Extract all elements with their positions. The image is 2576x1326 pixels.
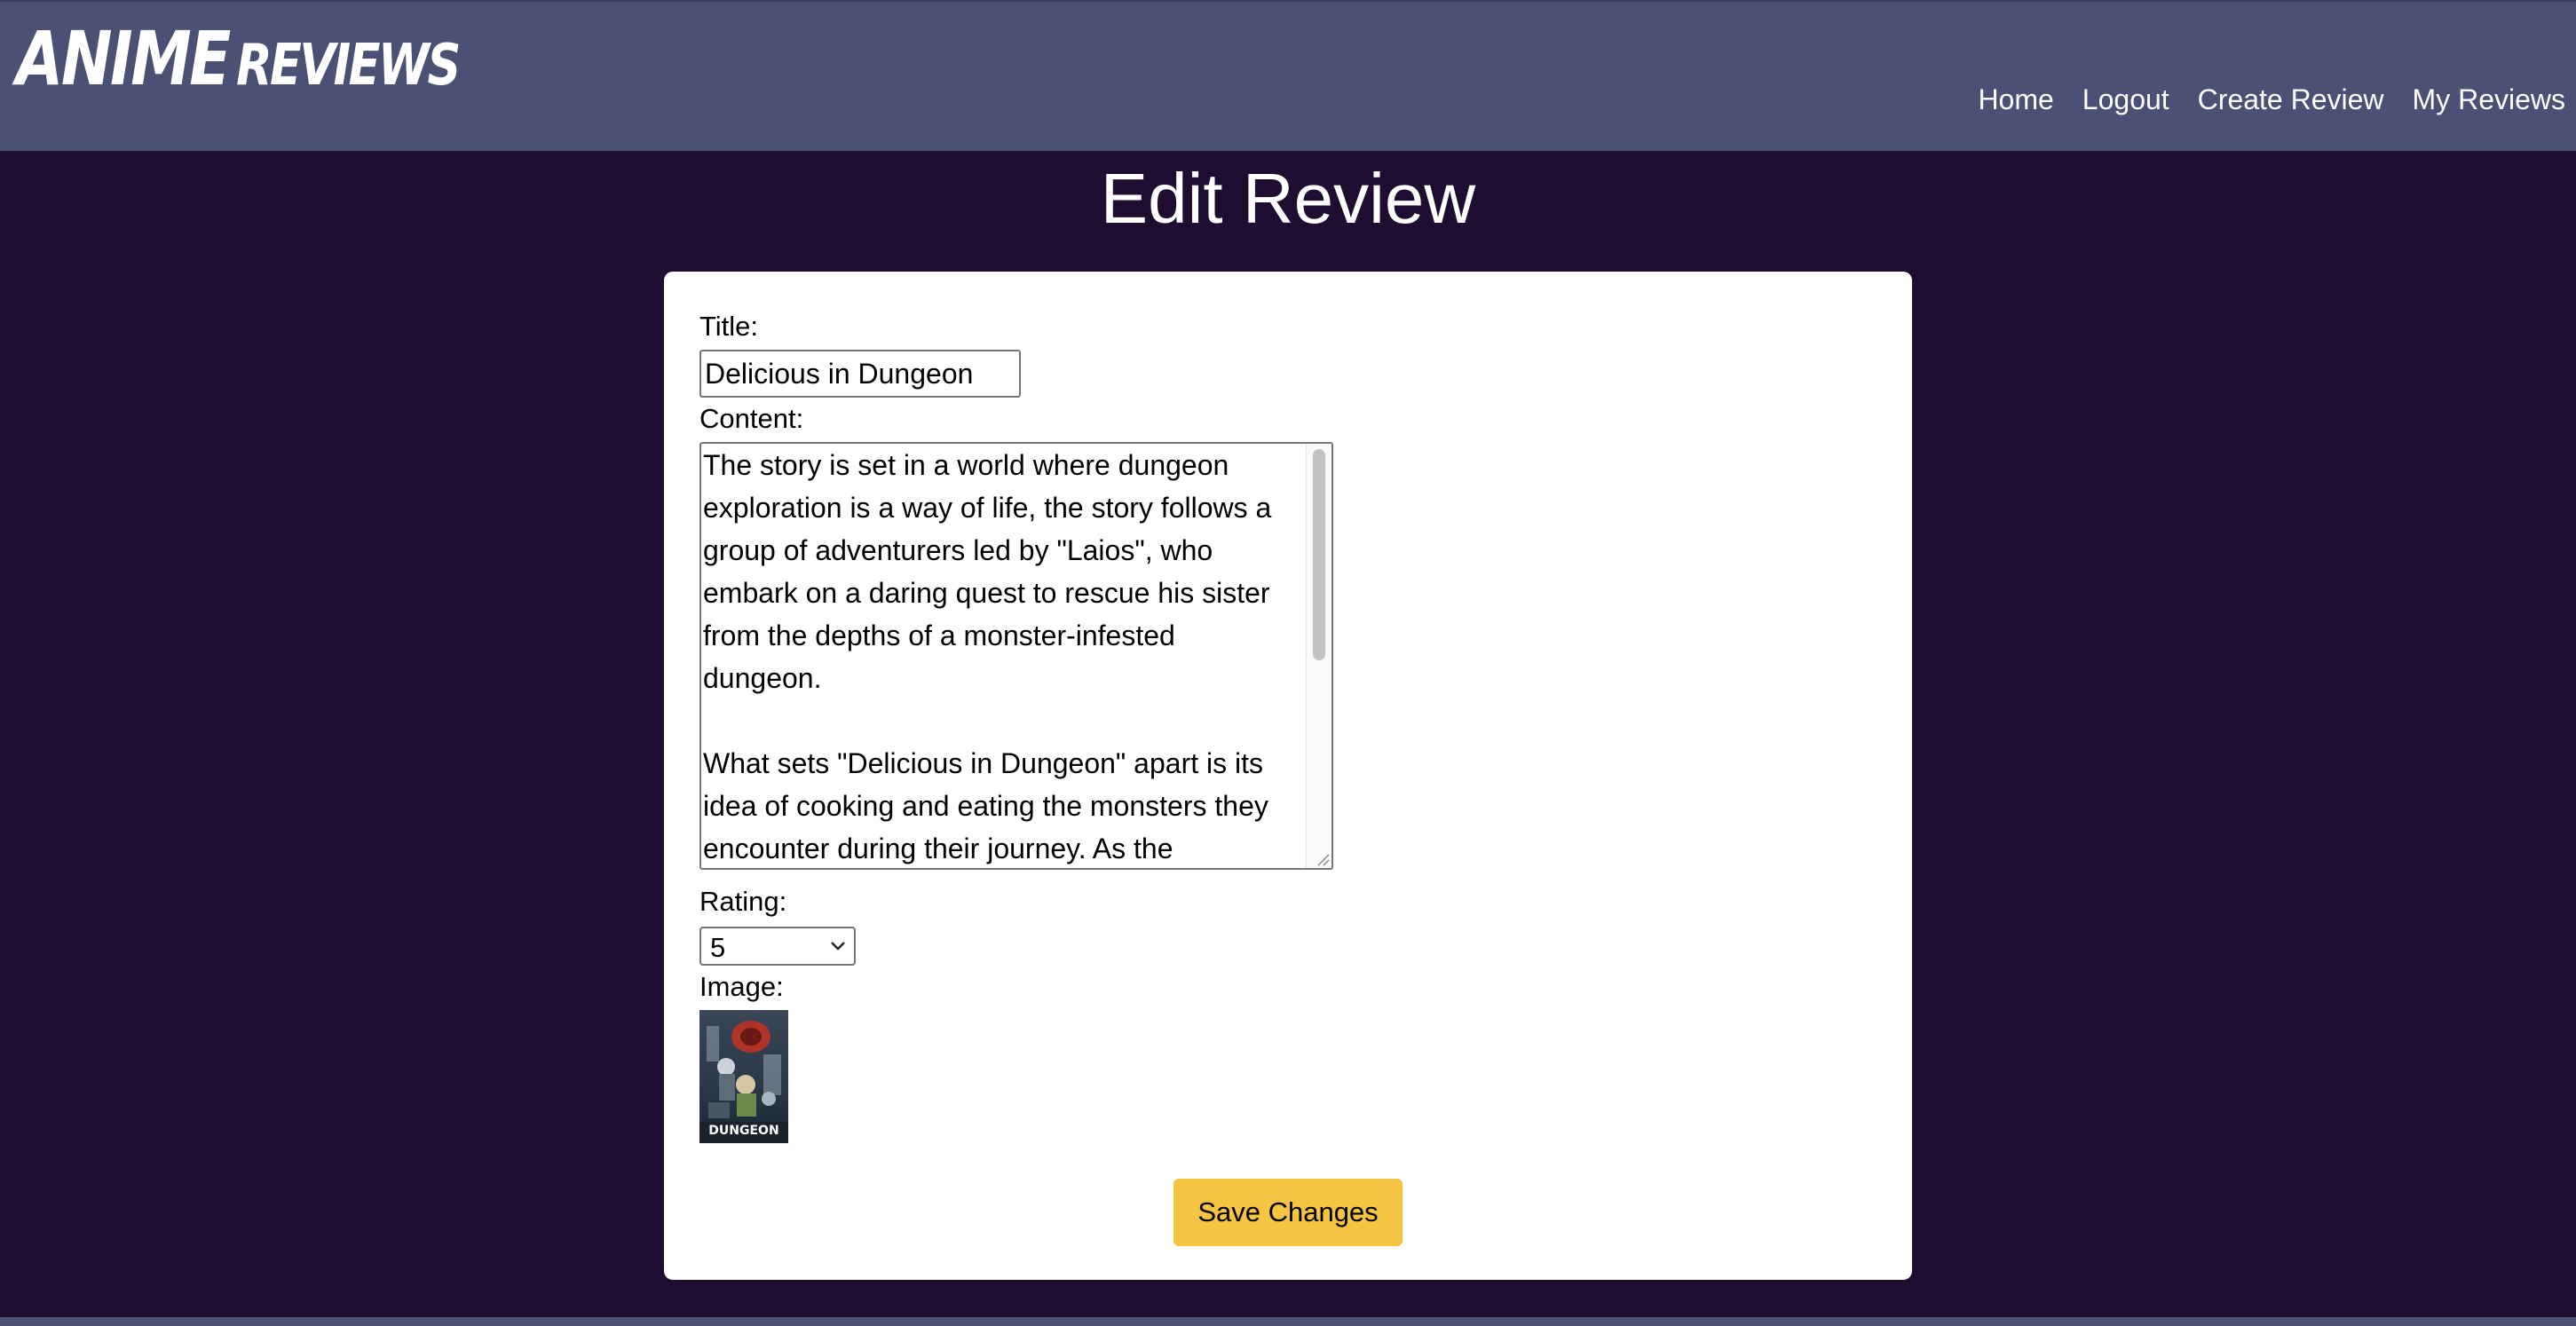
- content-textarea[interactable]: The story is set in a world where dungeo…: [699, 442, 1333, 870]
- rating-label: Rating:: [699, 886, 787, 917]
- rating-selected-value: 5: [710, 932, 726, 963]
- edit-review-form: Title: Content: The story is set in a wo…: [664, 272, 1912, 1280]
- scrollbar-thumb[interactable]: [1313, 449, 1325, 660]
- page-title: Edit Review: [1100, 159, 1476, 238]
- content-label: Content:: [699, 403, 804, 434]
- rating-select[interactable]: 5: [699, 927, 856, 966]
- content-text: The story is set in a world where dungeo…: [703, 449, 1272, 864]
- title-label: Title:: [699, 311, 759, 342]
- nav-my-reviews-link[interactable]: My Reviews: [2413, 83, 2565, 116]
- main-nav: Home Logout Create Review My Reviews: [1978, 83, 2565, 116]
- bottom-edge: [0, 1317, 2576, 1326]
- resize-grip-icon[interactable]: [1314, 850, 1330, 866]
- logo-main-text: Anime: [16, 15, 231, 102]
- poster-title-text: DUNGEON: [708, 1124, 779, 1138]
- anime-poster-image: DUNGEON: [699, 1010, 788, 1143]
- title-input[interactable]: [699, 350, 1021, 398]
- logo-sub-text: Reviews: [236, 33, 461, 99]
- chevron-down-icon: [831, 942, 845, 951]
- textarea-scrollbar[interactable]: [1306, 444, 1331, 868]
- save-changes-button[interactable]: Save Changes: [1173, 1179, 1403, 1246]
- site-header: Anime Reviews Home Logout Create Review M…: [0, 0, 2576, 151]
- site-logo[interactable]: Anime Reviews: [16, 21, 461, 99]
- image-label: Image:: [699, 971, 784, 1002]
- nav-create-review-link[interactable]: Create Review: [2198, 83, 2384, 116]
- nav-logout-link[interactable]: Logout: [2082, 83, 2169, 116]
- nav-home-link[interactable]: Home: [1978, 83, 2053, 116]
